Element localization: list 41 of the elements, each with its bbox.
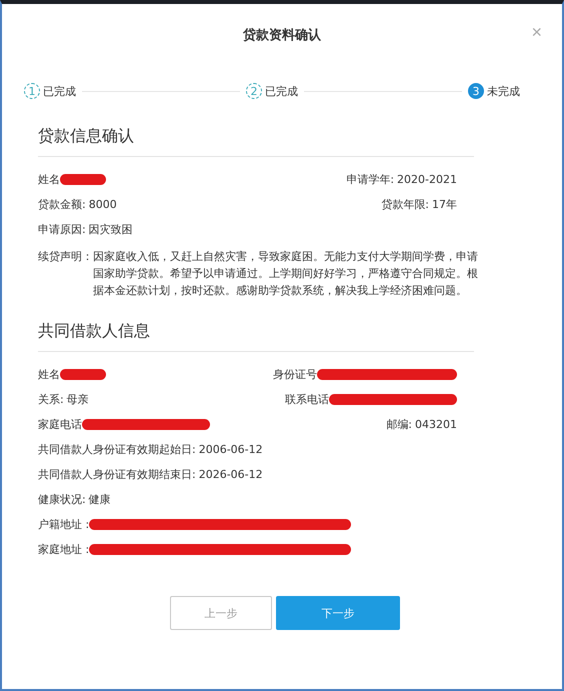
field-value: 因灾致困 xyxy=(88,222,133,237)
field-label: 家庭电话 xyxy=(38,417,82,432)
field-label: 共同借款人身份证有效期起始日: xyxy=(38,442,196,457)
field-value: 8000 xyxy=(88,198,117,211)
section-heading: 贷款信息确认 xyxy=(38,104,474,157)
field-label: 贷款年限: xyxy=(381,197,429,212)
field-label: 贷款金额: xyxy=(38,197,86,212)
step-label: 已完成 xyxy=(265,84,298,98)
field-value: 2020-2021 xyxy=(397,173,457,186)
field-value: 母亲 xyxy=(66,392,89,407)
step-number: 1 xyxy=(24,83,40,99)
field-value: 健康 xyxy=(88,492,111,507)
field-label: 姓名 xyxy=(38,367,60,382)
close-button[interactable]: × xyxy=(527,22,546,43)
section-heading: 共同借款人信息 xyxy=(38,299,474,352)
statement-text: 因家庭收入低，又赶上自然灾害，导致家庭困。无能力支付大学期间学费，申请国家助学贷款。希望予以申请通过。上学期间好好学习，严格遵守合同规定。根据本金还款计划，按时还款。感谢助学贷款系统，解决我上学经济困难问题。 xyxy=(93,249,479,299)
redaction-mark xyxy=(60,174,106,185)
field-label: 续贷声明： xyxy=(38,249,93,265)
field-label: 健康状况: xyxy=(38,492,86,507)
step-button[interactable]: 下一步 xyxy=(276,596,400,630)
field-label: 申请原因: xyxy=(38,222,86,237)
step-label: 已完成 xyxy=(43,84,76,98)
field-label: 联系电话 xyxy=(285,392,329,407)
redaction-mark xyxy=(60,369,106,380)
field-value: 17年 xyxy=(432,197,457,212)
field-label: 家庭地址 : xyxy=(38,542,90,557)
field-label: 户籍地址 : xyxy=(38,517,90,532)
field-label: 共同借款人身份证有效期结束日: xyxy=(38,467,196,482)
field-value: 2006-06-12 xyxy=(198,443,263,456)
step-number: 3 xyxy=(468,83,484,99)
field-label: 申请学年: xyxy=(346,172,394,187)
field-label: 关系: xyxy=(38,392,64,407)
step-label: 未完成 xyxy=(487,84,520,98)
field-label: 邮编: xyxy=(386,417,412,432)
field-value: 043201 xyxy=(415,418,457,431)
dialog-title: 贷款资料确认 xyxy=(243,26,321,44)
step-button[interactable]: 上一步 xyxy=(170,596,272,630)
field-label: 姓名 xyxy=(38,172,60,187)
step-number: 2 xyxy=(246,83,262,99)
field-value: 2026-06-12 xyxy=(198,468,263,481)
field-label: 身份证号 xyxy=(273,367,317,382)
